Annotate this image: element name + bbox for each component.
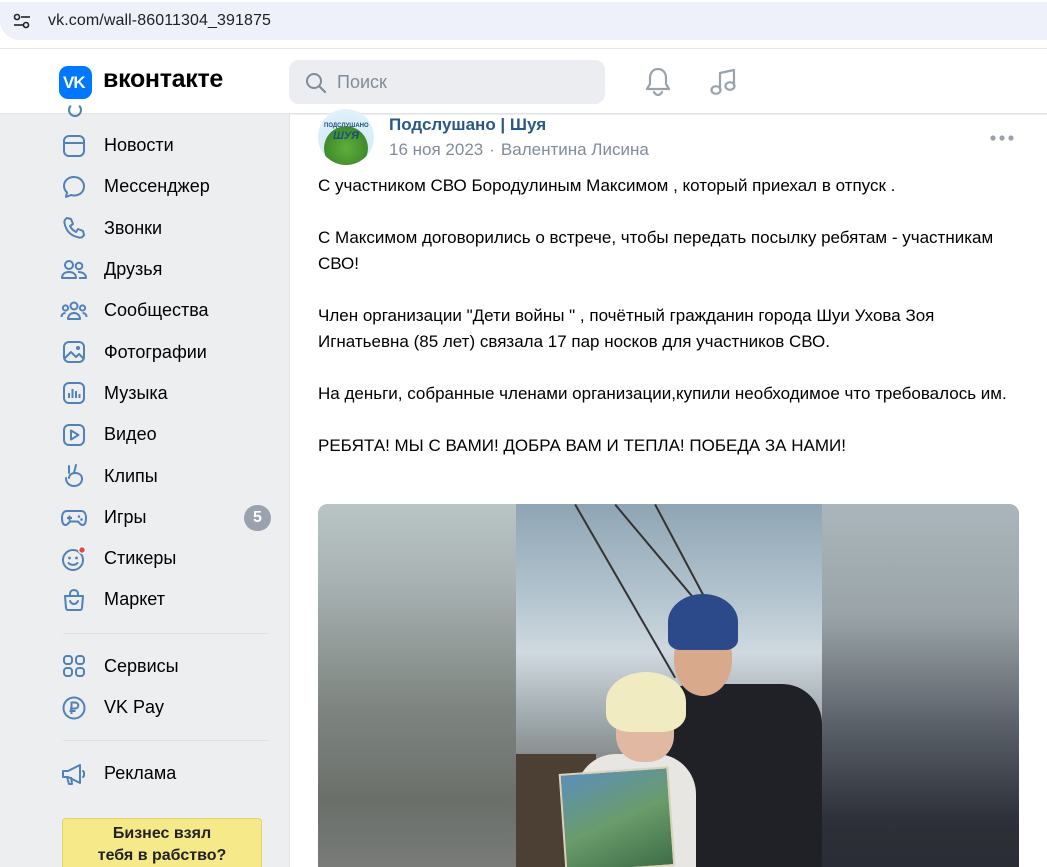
- search-box[interactable]: [289, 60, 605, 104]
- post-signer[interactable]: Валентина Лисина: [501, 140, 649, 159]
- sidebar-item-video[interactable]: Видео: [60, 414, 272, 455]
- sidebar-item-label: Друзья: [104, 259, 163, 280]
- gamepad-icon: [60, 503, 88, 531]
- sidebar-item-friends[interactable]: Друзья: [60, 249, 272, 290]
- browser-address-bar: vk.com/wall-86011304_391875: [0, 0, 1047, 48]
- post-photo[interactable]: [318, 504, 1019, 867]
- post-author-link[interactable]: Подслушано | Шуя: [389, 115, 546, 135]
- photo-icon: [60, 338, 88, 366]
- phone-icon: [60, 214, 88, 242]
- sidebar-item-label: Видео: [104, 424, 157, 445]
- music-note-icon[interactable]: [708, 66, 740, 98]
- photo-man-hat: [668, 594, 738, 650]
- post-paragraph: Член организации "Дети войны " , почётны…: [318, 306, 935, 351]
- power-line: [574, 504, 676, 679]
- sidebar-item-clips[interactable]: Клипы: [60, 455, 272, 496]
- bell-icon[interactable]: [643, 66, 675, 98]
- sidebar-item-label: Музыка: [104, 382, 168, 403]
- sidebar-item-communities[interactable]: Сообщества: [60, 290, 272, 331]
- post-text: С участником СВО Бородулиным Максимом , …: [318, 173, 1023, 485]
- message-icon: [60, 173, 88, 201]
- vk-header: VK вконтакте: [0, 48, 1047, 114]
- community-avatar[interactable]: ПОДСЛУШАНО ШУЯ: [318, 109, 374, 165]
- search-input[interactable]: [337, 60, 597, 104]
- sidebar-item-news[interactable]: Новости: [60, 125, 272, 166]
- post-paragraph: С участником СВО Бородулиным Максимом , …: [318, 176, 896, 195]
- sidebar-item-calls[interactable]: Звонки: [60, 208, 272, 249]
- sidebar-item-label: Сервисы: [104, 655, 179, 676]
- left-sidebar: Новости Мессенджер Звонки Друзья Сообщес…: [60, 115, 272, 794]
- more-options-icon[interactable]: [990, 129, 1014, 147]
- omnibox[interactable]: vk.com/wall-86011304_391875: [0, 2, 1047, 40]
- sidebar-item-games[interactable]: Игры 5: [60, 497, 272, 538]
- post-paragraph: С Максимом договорились о встрече, чтобы…: [318, 228, 994, 273]
- ruble-icon: [60, 694, 88, 722]
- sidebar-item-market[interactable]: Маркет: [60, 579, 272, 620]
- photo-blur-right: [822, 504, 1019, 867]
- sidebar-item-label: VK Pay: [104, 697, 165, 717]
- site-info-icon[interactable]: [8, 7, 36, 35]
- meta-separator: ·: [489, 140, 495, 159]
- sidebar-item-messenger[interactable]: Мессенджер: [60, 166, 272, 207]
- friends-icon: [60, 256, 88, 284]
- sidebar-item-label: Сообщества: [104, 300, 209, 321]
- post-meta: 16 ноя 2023 · Валентина Лисина: [389, 140, 649, 160]
- ad-line-1: Бизнес взял: [112, 825, 212, 842]
- photo-book: [558, 766, 676, 867]
- photo-woman-hat: [606, 672, 686, 732]
- photo-blur-left: [318, 504, 516, 867]
- post-paragraph: На деньги, собранные членами организации…: [318, 384, 1007, 403]
- sidebar-item-label: Игры: [104, 506, 147, 527]
- logo-text[interactable]: вконтакте: [103, 65, 223, 94]
- sticker-icon: [60, 545, 88, 573]
- search-icon: [306, 73, 327, 94]
- wall-post: ПОДСЛУШАНО ШУЯ Подслушано | Шуя 16 ноя 2…: [289, 109, 1047, 867]
- sidebar-item-vkpay[interactable]: VK Pay: [60, 687, 272, 728]
- logo-mark: VK: [63, 73, 86, 92]
- url-text[interactable]: vk.com/wall-86011304_391875: [48, 12, 271, 30]
- ad-line-2: тебя в рабство?: [97, 847, 227, 864]
- sidebar-item-photos[interactable]: Фотографии: [60, 331, 272, 372]
- communities-icon: [60, 297, 88, 325]
- sidebar-item-label: Мессенджер: [104, 176, 210, 197]
- clips-icon: [60, 462, 88, 490]
- sidebar-item-label: Клипы: [104, 465, 158, 486]
- sidebar-item-ads[interactable]: Реклама: [60, 753, 272, 794]
- grid-icon: [60, 652, 88, 680]
- games-counter-badge: 5: [244, 504, 271, 531]
- newspaper-icon: [60, 132, 88, 160]
- sidebar-item-label: Маркет: [104, 589, 165, 610]
- sidebar-item-services[interactable]: Сервисы: [60, 646, 272, 687]
- music-icon: [60, 379, 88, 407]
- sidebar-item-stickers[interactable]: Стикеры: [60, 538, 272, 579]
- sidebar-item-label: Новости: [104, 135, 174, 156]
- sidebar-item-label: Реклама: [104, 763, 177, 784]
- sidebar-item-label: Звонки: [104, 217, 163, 238]
- sidebar-divider: [63, 740, 269, 742]
- photo-image: [516, 504, 822, 867]
- avatar-text-top: ПОДСЛУШАНО: [324, 123, 369, 129]
- megaphone-icon: [60, 760, 88, 788]
- sidebar-item-music[interactable]: Музыка: [60, 373, 272, 414]
- post-paragraph: РЕБЯТА! МЫ С ВАМИ! ДОБРА ВАМ И ТЕПЛА! ПО…: [318, 436, 846, 455]
- video-icon: [60, 421, 88, 449]
- sidebar-divider: [63, 632, 269, 634]
- ad-banner[interactable]: Бизнес взял тебя в рабство?: [62, 818, 262, 867]
- bag-icon: [60, 586, 88, 614]
- vk-logo-icon[interactable]: VK: [59, 66, 92, 99]
- sidebar-item-label: Стикеры: [104, 548, 177, 569]
- avatar-text-bottom: ШУЯ: [332, 130, 360, 142]
- post-date[interactable]: 16 ноя 2023: [389, 140, 483, 159]
- sidebar-item-label: Фотографии: [104, 341, 207, 362]
